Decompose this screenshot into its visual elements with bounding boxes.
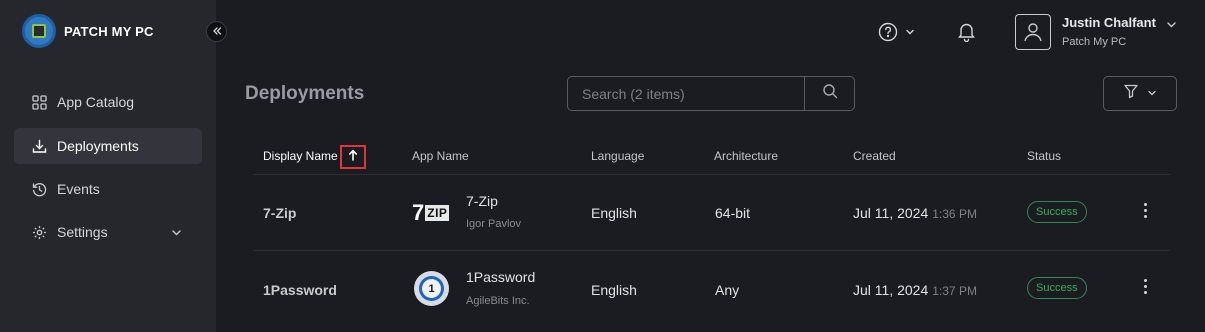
brand-logo[interactable]: PATCH MY PC (22, 14, 154, 48)
grid-icon (31, 94, 47, 110)
bell-icon[interactable] (957, 21, 976, 47)
sidebar-item-label: Settings (57, 224, 108, 240)
sidebar-item-settings[interactable]: Settings (14, 214, 202, 250)
avatar[interactable] (1015, 14, 1051, 50)
filter-icon (1123, 83, 1139, 104)
column-header-created[interactable]: Created (853, 149, 896, 163)
language-cell: English (591, 205, 637, 221)
divider (253, 174, 1170, 175)
logo-icon (22, 14, 56, 48)
column-header-language[interactable]: Language (591, 149, 644, 163)
created-date: Jul 11, 2024 (853, 282, 929, 298)
7zip-app-icon: 7 ZIP (412, 200, 450, 225)
architecture-cell: Any (715, 282, 740, 298)
column-header-app-name[interactable]: App Name (412, 149, 469, 163)
search-button[interactable] (804, 77, 854, 110)
arrow-up-icon (348, 148, 358, 166)
chevron-down-icon (171, 225, 182, 241)
status-badge: Success (1027, 277, 1087, 299)
collapse-sidebar-button[interactable] (206, 21, 227, 42)
chevron-down-icon[interactable] (1166, 17, 1177, 35)
created-time: 1:37 PM (932, 284, 977, 298)
help-menu-button[interactable] (878, 22, 918, 47)
app-name-cell: 7-Zip (466, 193, 498, 209)
divider (253, 250, 1170, 251)
sidebar-item-deployments[interactable]: Deployments (14, 128, 202, 164)
publisher-cell: Igor Pavlov (466, 218, 522, 230)
user-name[interactable]: Justin Chalfant (1062, 15, 1156, 30)
sidebar: PATCH MY PC App Catalog Deployments Even… (0, 0, 216, 332)
sidebar-item-label: Events (57, 181, 100, 197)
column-header-architecture[interactable]: Architecture (714, 149, 778, 163)
column-header-status[interactable]: Status (1027, 149, 1061, 163)
more-options-button[interactable] (1142, 279, 1148, 294)
chevrons-left-icon (212, 25, 222, 39)
history-icon (31, 181, 47, 197)
search-icon (822, 83, 838, 104)
display-name-cell: 1Password (263, 282, 337, 298)
sidebar-item-label: Deployments (57, 138, 139, 154)
search-input[interactable] (568, 77, 804, 110)
more-options-button[interactable] (1142, 203, 1148, 218)
status-badge: Success (1027, 201, 1087, 223)
publisher-cell: AgileBits Inc. (466, 295, 530, 307)
architecture-cell: 64-bit (715, 205, 751, 221)
sidebar-item-label: App Catalog (57, 94, 135, 110)
chevron-down-icon (1147, 85, 1157, 103)
1password-app-icon: 1 (414, 271, 449, 306)
user-org: Patch My PC (1062, 36, 1127, 48)
sidebar-item-app-catalog[interactable]: App Catalog (14, 84, 202, 120)
gear-icon (31, 224, 47, 240)
created-date: Jul 11, 2024 (853, 205, 929, 221)
sort-ascending-button[interactable] (340, 145, 366, 169)
sidebar-item-events[interactable]: Events (14, 171, 202, 207)
download-icon (31, 138, 47, 154)
language-cell: English (591, 282, 637, 298)
created-cell: Jul 11, 2024 1:37 PM (853, 282, 977, 298)
app-name-cell: 1Password (466, 269, 536, 285)
page-title: Deployments (245, 83, 365, 104)
created-time: 1:36 PM (932, 207, 977, 221)
brand-name: PATCH MY PC (64, 23, 154, 39)
filter-button[interactable] (1103, 76, 1177, 111)
column-header-display-name[interactable]: Display Name (263, 149, 338, 163)
created-cell: Jul 11, 2024 1:36 PM (853, 205, 977, 221)
search-box (567, 76, 855, 111)
display-name-cell: 7-Zip (263, 205, 297, 221)
